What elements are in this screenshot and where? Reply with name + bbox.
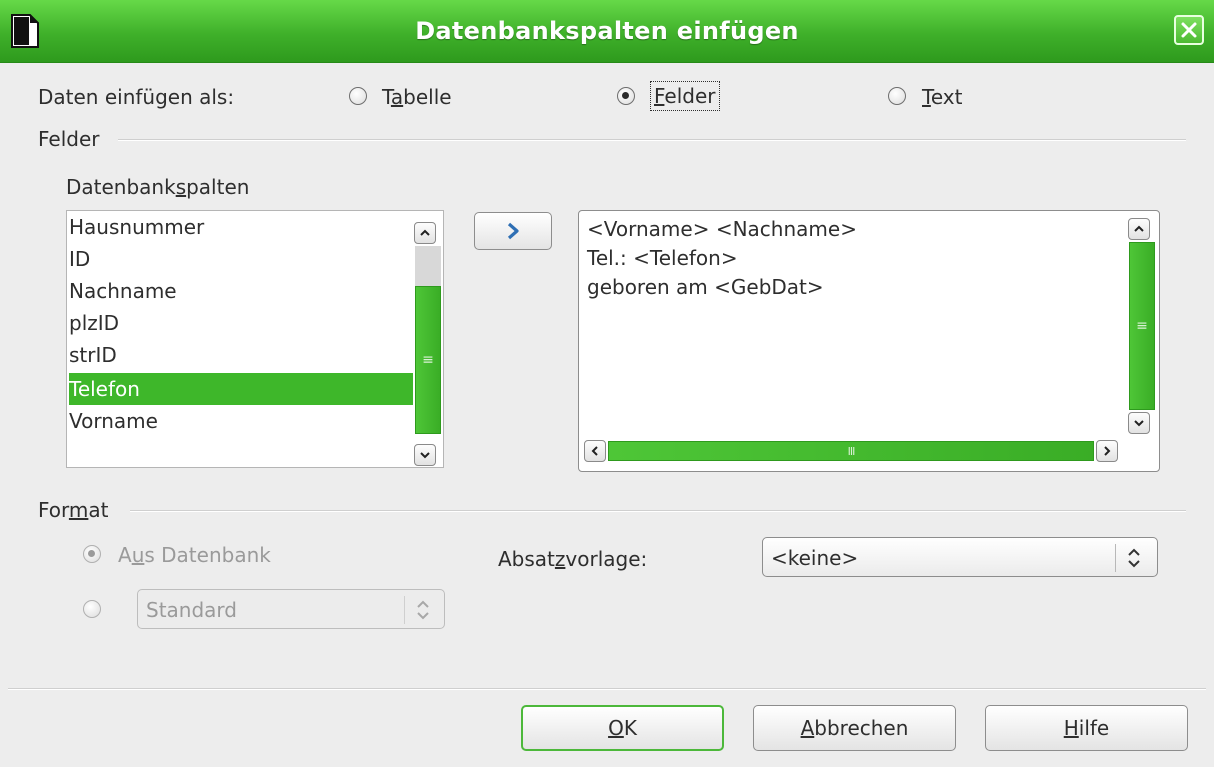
list-item[interactable]: ID — [69, 243, 413, 275]
list-item-selected[interactable]: Telefon — [69, 373, 413, 405]
list-item[interactable]: Hausnummer — [69, 211, 413, 243]
radio-text-label[interactable]: Text — [922, 82, 962, 112]
text-line: <Vorname> <Nachname> — [587, 217, 857, 241]
scroll-down-button[interactable] — [414, 444, 436, 466]
radio-table[interactable] — [349, 87, 367, 105]
text-vscroll-thumb[interactable]: ≡ — [1129, 242, 1155, 410]
text-scroll-right-button[interactable] — [1096, 440, 1118, 462]
scroll-thumb[interactable]: ≡ — [415, 286, 441, 434]
list-item[interactable]: strID — [69, 339, 413, 371]
paragraph-style-value: <keine> — [771, 546, 859, 570]
grip-icon: III — [847, 444, 856, 458]
chevron-right-icon — [1104, 446, 1111, 456]
scroll-track[interactable] — [415, 246, 441, 286]
chevron-down-icon — [420, 452, 430, 459]
fields-text-area[interactable]: <Vorname> <Nachname> Tel.: <Telefon> geb… — [578, 210, 1160, 472]
chevron-left-icon — [591, 446, 598, 456]
paragraph-style-label: Absatzvorlage: — [498, 547, 648, 571]
ok-button[interactable]: OK — [521, 705, 724, 751]
chevron-down-icon — [1134, 420, 1144, 427]
combo-separator — [404, 596, 405, 624]
text-scroll-down-button[interactable] — [1128, 412, 1150, 434]
close-icon — [1181, 22, 1197, 38]
radio-fields[interactable] — [617, 87, 635, 105]
help-button[interactable]: Hilfe — [985, 705, 1188, 751]
list-item[interactable]: Nachname — [69, 275, 413, 307]
grip-icon: ≡ — [1136, 318, 1148, 334]
button-bar-separator — [8, 688, 1206, 690]
radio-text[interactable] — [888, 87, 906, 105]
radio-from-database[interactable] — [83, 545, 101, 563]
format-select-value: Standard — [146, 598, 237, 622]
spinner-arrows-icon — [417, 600, 429, 620]
columns-label: Datenbankspalten — [66, 175, 250, 199]
insert-as-label: Daten einfügen als: — [38, 85, 235, 109]
fields-section-label: Felder — [38, 127, 100, 151]
text-line: Tel.: <Telefon> — [587, 246, 738, 270]
text-scroll-up-button[interactable] — [1128, 218, 1150, 240]
chevron-right-icon — [507, 222, 519, 240]
radio-fields-label[interactable]: Felder — [650, 81, 720, 111]
format-select[interactable]: Standard — [137, 589, 445, 629]
paragraph-style-select[interactable]: <keine> — [762, 537, 1158, 577]
cancel-button[interactable]: Abbrechen — [753, 705, 956, 751]
database-columns-list[interactable]: Hausnummer ID Nachname plzID strID Telef… — [66, 210, 444, 468]
text-line: geboren am <GebDat> — [587, 275, 824, 299]
radio-custom-format[interactable] — [83, 600, 101, 618]
add-column-button[interactable] — [474, 212, 552, 250]
text-scroll-left-button[interactable] — [584, 440, 606, 462]
fields-separator — [118, 139, 1186, 141]
combo-separator — [1115, 544, 1116, 572]
radio-table-label[interactable]: Tabelle — [382, 82, 452, 112]
scroll-up-button[interactable] — [414, 222, 436, 244]
window-title: Datenbankspalten einfügen — [415, 17, 799, 45]
spinner-arrows-icon — [1128, 548, 1140, 568]
close-button[interactable] — [1174, 15, 1204, 45]
format-separator — [130, 510, 1186, 512]
radio-from-database-label[interactable]: Aus Datenbank — [118, 540, 271, 570]
chevron-up-icon — [420, 229, 430, 236]
chevron-up-icon — [1134, 225, 1144, 232]
grip-icon: ≡ — [422, 352, 434, 368]
list-item[interactable]: plzID — [69, 307, 413, 339]
list-item[interactable]: Vorname — [69, 405, 413, 437]
text-hscroll-thumb[interactable]: III — [608, 441, 1094, 461]
format-section-label: Format — [38, 498, 109, 522]
